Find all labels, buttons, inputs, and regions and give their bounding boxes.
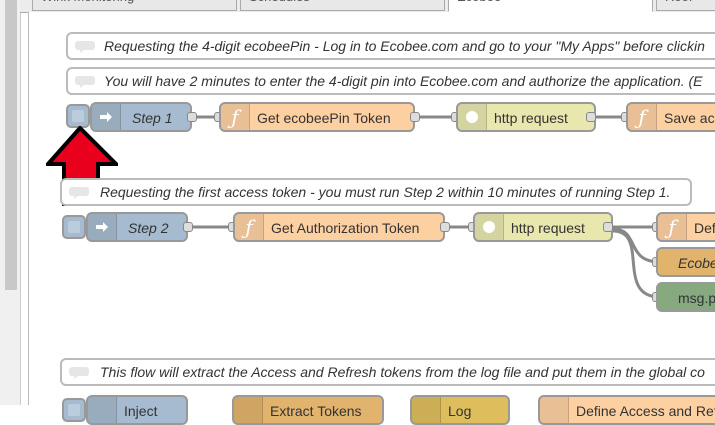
function-node-save[interactable]: ƒ Save ac bbox=[626, 102, 715, 132]
output-port[interactable] bbox=[410, 112, 420, 122]
node-label: Step 2 bbox=[128, 220, 169, 236]
function-node-get-ecobeepin[interactable]: ƒ Get ecobeePin Token bbox=[219, 102, 415, 132]
comment-text: This flow will extract the Access and Re… bbox=[100, 364, 705, 380]
log-node[interactable]: Log bbox=[410, 395, 510, 425]
node-label: msg.p bbox=[678, 290, 715, 306]
node-label: Define Access and Refresh bbox=[576, 403, 715, 419]
comment-node[interactable]: Requesting the 4-digit ecobeePin - Log i… bbox=[66, 32, 715, 60]
comment-icon bbox=[69, 187, 89, 199]
function-icon: ƒ bbox=[628, 104, 657, 130]
comment-node[interactable]: You will have 2 minutes to enter the 4-d… bbox=[66, 67, 715, 95]
extract-tokens-node[interactable]: Extract Tokens bbox=[232, 395, 384, 425]
inject-node-step3[interactable]: Inject bbox=[86, 395, 188, 425]
node-label: Log bbox=[448, 403, 472, 419]
inject-trigger-button[interactable] bbox=[62, 215, 86, 239]
output-port[interactable] bbox=[440, 222, 450, 232]
output-port[interactable] bbox=[603, 222, 613, 232]
function-icon: ƒ bbox=[658, 214, 687, 240]
inject-trigger-button[interactable] bbox=[62, 398, 86, 422]
node-label: Step 1 bbox=[132, 110, 173, 126]
comment-node[interactable]: This flow will extract the Access and Re… bbox=[60, 358, 715, 386]
node-label: http request bbox=[511, 220, 585, 236]
debug-node[interactable]: msg.p bbox=[656, 282, 715, 312]
node-label: Ecobe bbox=[678, 255, 715, 271]
node-label: http request bbox=[494, 110, 568, 126]
file-icon bbox=[234, 397, 263, 423]
split-icon bbox=[412, 397, 441, 423]
comment-text: Requesting the 4-digit ecobeePin - Log i… bbox=[104, 38, 705, 54]
node-label: Get Authorization Token bbox=[271, 220, 420, 236]
globe-icon bbox=[458, 104, 487, 130]
output-port[interactable] bbox=[183, 222, 193, 232]
globe-icon bbox=[475, 214, 504, 240]
comment-text: Requesting the first access token - you … bbox=[100, 184, 671, 200]
function-icon: ƒ bbox=[221, 104, 250, 130]
comment-node[interactable]: Requesting the first access token - you … bbox=[60, 178, 692, 206]
function-node-define-tokens[interactable]: Define Access and Refresh bbox=[538, 395, 715, 425]
inject-node-step2[interactable]: Step 2 bbox=[86, 212, 188, 242]
function-node-get-authorization[interactable]: ƒ Get Authorization Token bbox=[233, 212, 445, 242]
function-icon: ƒ bbox=[235, 214, 264, 240]
output-port[interactable] bbox=[187, 112, 197, 122]
http-request-node[interactable]: http request bbox=[473, 212, 613, 242]
comment-text: You will have 2 minutes to enter the 4-d… bbox=[104, 73, 703, 89]
http-request-node[interactable]: http request bbox=[456, 102, 596, 132]
ecobee-node[interactable]: Ecobe bbox=[656, 247, 715, 277]
inject-arrow-icon bbox=[88, 397, 117, 423]
inject-trigger-button[interactable] bbox=[66, 104, 90, 128]
output-port[interactable] bbox=[586, 112, 596, 122]
node-label: Get ecobeePin Token bbox=[257, 110, 391, 126]
function-icon bbox=[540, 397, 569, 423]
node-label: Def bbox=[694, 220, 715, 236]
inject-arrow-icon bbox=[88, 214, 117, 240]
node-label: Extract Tokens bbox=[270, 403, 362, 419]
comment-icon bbox=[75, 76, 95, 88]
comment-icon bbox=[75, 41, 95, 53]
function-node-define[interactable]: ƒ Def bbox=[656, 212, 715, 242]
comment-icon bbox=[69, 367, 89, 379]
node-label: Save ac bbox=[664, 110, 715, 126]
node-label: Inject bbox=[124, 403, 158, 419]
